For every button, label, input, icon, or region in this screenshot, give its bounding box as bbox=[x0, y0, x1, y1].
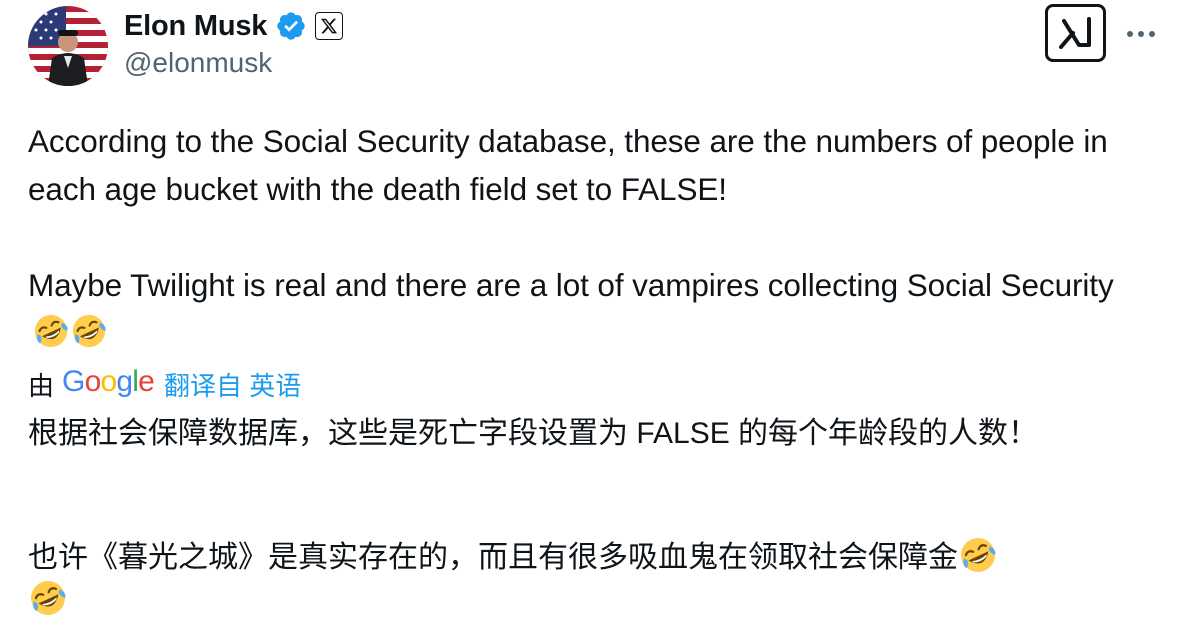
google-logo: Google bbox=[62, 365, 155, 398]
display-name[interactable]: Elon Musk bbox=[124, 10, 267, 43]
translation-attribution: 由 Google 翻译自 英语 bbox=[28, 362, 301, 406]
tweet-text-paragraph-1: According to the Social Security databas… bbox=[28, 123, 1108, 207]
tweet: Elon Musk @elonmusk According to the Soc bbox=[0, 0, 1178, 632]
author-handle[interactable]: @elonmusk bbox=[124, 47, 272, 79]
translated-from-link[interactable]: 翻译自 英语 bbox=[164, 366, 301, 403]
tweet-text-paragraph-2-text: Maybe Twilight is real and there are a l… bbox=[28, 267, 1114, 303]
tweet-text-paragraph-2: Maybe Twilight is real and there are a l… bbox=[28, 261, 1148, 357]
name-row: Elon Musk bbox=[124, 8, 344, 44]
x-logo-icon bbox=[315, 12, 344, 40]
verified-badge-icon bbox=[275, 10, 307, 42]
avatar[interactable] bbox=[28, 6, 108, 86]
rofl-emoji-icon bbox=[70, 312, 108, 350]
translated-by-label: 由 bbox=[28, 370, 55, 401]
rofl-emoji-icon bbox=[28, 578, 68, 618]
grok-icon bbox=[1058, 17, 1091, 49]
translated-paragraph-1: 根据社会保障数据库，这些是死亡字段设置为 FALSE 的每个年龄段的人数！ bbox=[28, 417, 1039, 450]
more-options-button[interactable] bbox=[1120, 16, 1162, 52]
rofl-emoji-icon bbox=[958, 535, 998, 575]
more-options-icon bbox=[1127, 31, 1155, 37]
rofl-emoji-icon bbox=[32, 312, 70, 350]
grok-button[interactable] bbox=[1045, 4, 1106, 62]
translated-paragraph-2: 也许《暮光之城》是真实存在的，而且有很多吸血鬼在领取社会保障金 bbox=[28, 535, 1128, 621]
translated-paragraph-2-text: 也许《暮光之城》是真实存在的，而且有很多吸血鬼在领取社会保障金 bbox=[28, 541, 958, 574]
avatar-image bbox=[28, 6, 108, 86]
